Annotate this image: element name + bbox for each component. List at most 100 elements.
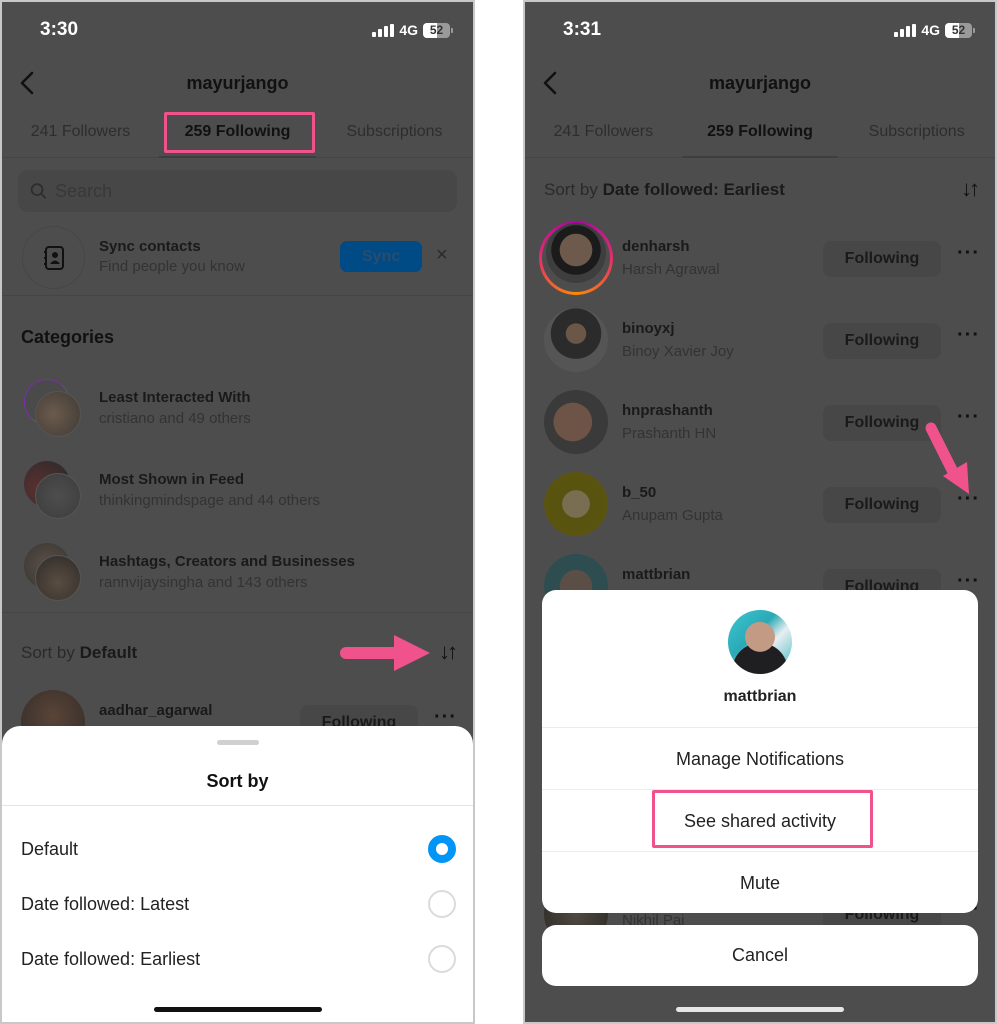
more-options-icon[interactable]: ··· [957,242,980,265]
cancel-button[interactable]: Cancel [542,925,978,986]
sheet-divider [2,805,473,806]
home-indicator [153,1007,322,1012]
page-title: mayurjango [186,73,289,93]
close-icon[interactable]: × [436,244,448,267]
category-most-shown[interactable]: Most Shown in Feed thinkingmindspage and… [2,461,473,525]
action-sheet-avatar [728,610,792,674]
username: binoyxj [622,320,675,337]
following-button[interactable]: Following [823,405,941,441]
following-button[interactable]: Following [823,487,941,523]
manage-notifications-button[interactable]: Manage Notifications [542,727,978,789]
category-title: Hashtags, Creators and Businesses [99,553,355,570]
user-fullname: Binoy Xavier Joy [622,343,734,360]
more-options-icon[interactable]: ··· [957,406,980,429]
tab-following[interactable]: 259 Following [681,110,839,158]
category-subtitle: rannvijaysingha and 143 others [99,574,308,591]
network-type: 4G [399,22,418,38]
category-avatar-stack [24,379,82,437]
tab-following[interactable]: 259 Following [159,110,316,158]
sync-contacts-row: Sync contacts Find people you know Sync … [2,224,473,296]
user-fullname: Harsh Agrawal [622,261,720,278]
action-sheet-username: mattbrian [723,688,797,705]
sort-bottom-sheet: Sort by Default Date followed: Latest Da… [2,726,473,1022]
status-time: 3:31 [563,19,602,40]
user-fullname: Anupam Gupta [622,507,723,524]
username: mattbrian [622,566,691,583]
option-label: Default [21,839,79,859]
sync-subtitle: Find people you know [99,258,245,275]
sort-value: Default [79,643,138,662]
radio-button[interactable] [428,890,456,918]
status-indicators: 4G 52 [894,22,975,38]
category-hashtags-creators[interactable]: Hashtags, Creators and Businesses rannvi… [2,543,473,607]
categories-heading: Categories [21,327,115,347]
user-action-sheet: mattbrian Manage Notifications See share… [542,590,978,913]
signal-icon [894,23,917,37]
user-fullname: Prashanth HN [622,425,717,442]
radio-button[interactable] [428,945,456,973]
contact-book-icon [43,245,64,270]
user-avatar[interactable] [544,308,608,372]
more-options-icon[interactable]: ··· [957,488,980,511]
mute-button[interactable]: Mute [542,851,978,913]
radio-button[interactable] [428,835,456,863]
tab-subscriptions[interactable]: Subscriptions [838,110,995,157]
sheet-grabber[interactable] [216,740,259,745]
option-label: Date followed: Earliest [21,949,201,969]
user-row[interactable]: denharsh Harsh Agrawal Following ··· [525,221,995,308]
user-avatar[interactable] [546,223,606,283]
category-least-interacted[interactable]: Least Interacted With cristiano and 49 o… [2,379,473,443]
user-avatar[interactable] [544,472,608,536]
tab-bar: 241 Followers 259 Following Subscription… [525,110,995,158]
sync-title: Sync contacts [99,238,201,255]
category-subtitle: cristiano and 49 others [99,410,251,427]
tab-followers[interactable]: 241 Followers [525,110,682,157]
sort-row: Sort by Date followed: Earliest ↓↑ [525,172,995,208]
tab-bar: 241 Followers 259 Following Subscription… [2,110,473,158]
user-row[interactable]: hnprashanth Prashanth HN Following ··· [525,390,995,472]
page-title: mayurjango [708,73,812,93]
status-indicators: 4G 52 [372,22,453,38]
status-time: 3:30 [40,19,79,40]
option-label: Date followed: Latest [21,894,190,914]
username: aadhar_agarwal [99,702,213,719]
username: hnprashanth [622,402,713,419]
search-bar[interactable] [18,170,457,212]
sort-option-latest[interactable]: Date followed: Latest [2,880,473,935]
category-subtitle: thinkingmindspage and 44 others [99,492,320,509]
user-row[interactable]: b_50 Anupam Gupta Following ··· [525,472,995,554]
sort-prefix: Sort by [21,643,75,662]
search-icon [30,183,46,199]
sort-prefix: Sort by [544,180,598,199]
nav-bar: mayurjango [2,62,473,106]
see-shared-activity-button[interactable]: See shared activity [542,789,978,851]
sort-label: Sort by Default [21,643,137,663]
sort-arrows-icon[interactable]: ↓↑ [961,176,980,202]
user-avatar[interactable] [544,390,608,454]
sort-value: Date followed: Earliest [602,180,785,199]
status-bar: 3:30 4G 52 [2,2,473,62]
tab-subscriptions[interactable]: Subscriptions [316,110,473,157]
section-divider [2,612,473,613]
tab-followers[interactable]: 241 Followers [2,110,159,157]
username: denharsh [622,238,690,255]
network-type: 4G [921,22,940,38]
following-button[interactable]: Following [823,323,941,359]
sort-label: Sort by Date followed: Earliest [544,180,785,200]
search-input[interactable] [54,180,457,202]
sort-option-default[interactable]: Default [2,825,473,880]
sort-arrows-icon[interactable]: ↓↑ [439,639,458,665]
category-title: Least Interacted With [99,389,251,406]
left-phone-screen: 3:30 4G 52 mayurjango 241 Followers 259 … [0,0,475,1024]
sync-button[interactable]: Sync [340,241,422,272]
right-phone-screen: 3:31 4G 52 mayurjango 241 Followers 259 … [523,0,997,1024]
user-row[interactable]: binoyxj Binoy Xavier Joy Following ··· [525,308,995,390]
category-avatar-stack [24,461,82,519]
sort-option-earliest[interactable]: Date followed: Earliest [2,935,473,990]
nav-bar: mayurjango [525,62,995,106]
more-options-icon[interactable]: ··· [957,324,980,347]
battery-level: 52 [951,22,966,37]
following-button[interactable]: Following [823,241,941,277]
battery-level: 52 [429,22,444,37]
category-title: Most Shown in Feed [99,471,244,488]
